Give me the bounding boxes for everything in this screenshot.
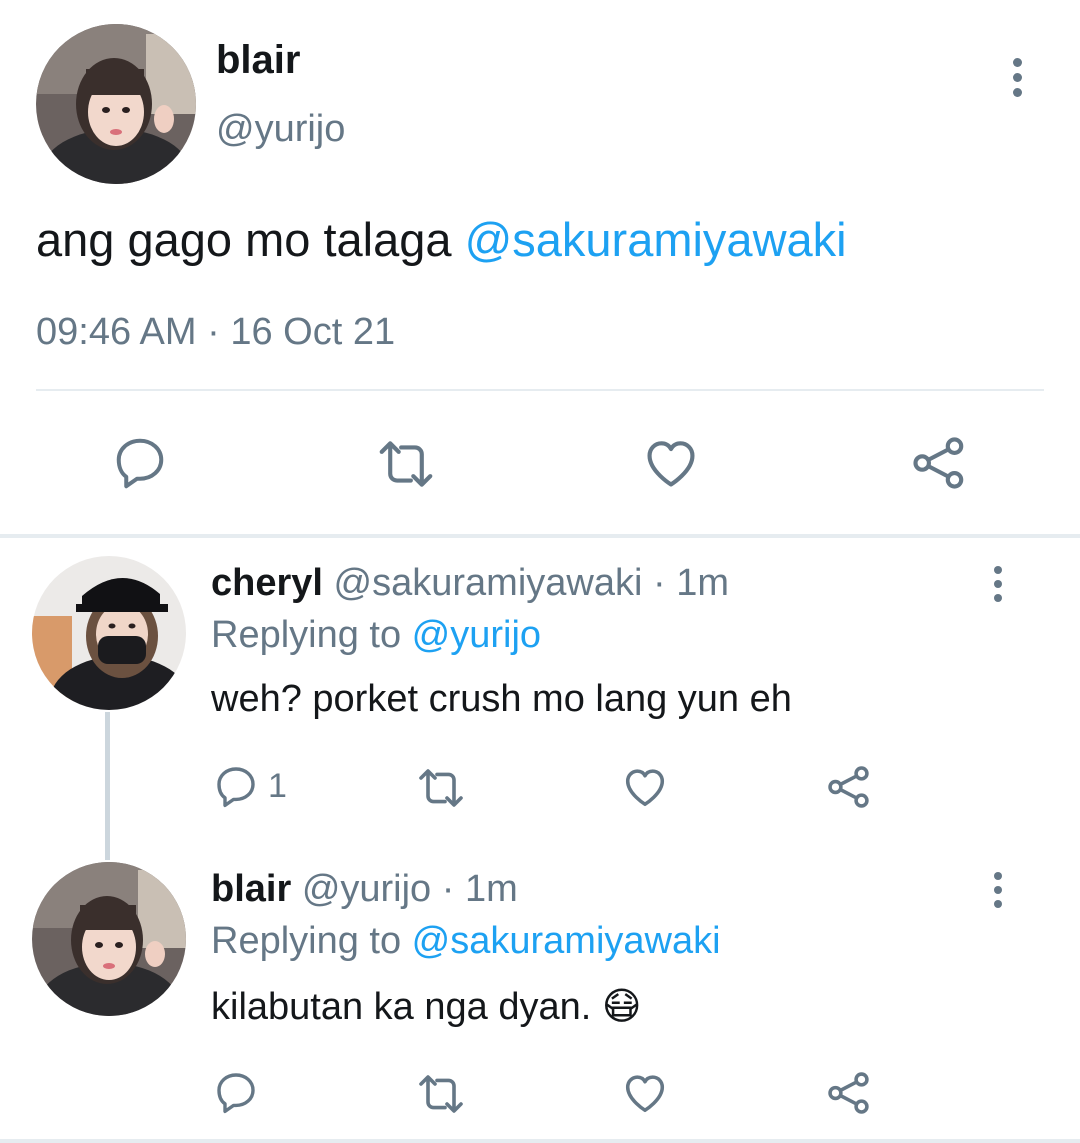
share-button[interactable] xyxy=(908,432,970,494)
mention-link[interactable]: @sakuramiyawaki xyxy=(465,213,847,266)
reply-count: 1 xyxy=(268,766,287,805)
share-icon xyxy=(828,1072,869,1114)
reply-time: 1m xyxy=(676,562,729,604)
replying-to-label: Replying to xyxy=(211,614,412,656)
replying-to-line: Replying to @yurijo xyxy=(211,614,541,657)
reply-icon xyxy=(217,767,255,808)
tweet-text-body: ang gago mo talaga xyxy=(36,213,465,266)
reply-header: blair @yurijo · 1m xyxy=(211,868,518,911)
reply-time: 1m xyxy=(464,868,518,910)
more-options-icon[interactable] xyxy=(990,872,1006,908)
reply-avatar[interactable] xyxy=(32,556,186,710)
reply-text-body: kilabutan ka nga dyan. xyxy=(211,986,602,1028)
share-icon xyxy=(913,437,964,489)
avatar[interactable] xyxy=(36,24,196,184)
reply-button[interactable] xyxy=(212,1068,260,1116)
retweet-icon xyxy=(379,441,433,487)
author-handle[interactable]: @yurijo xyxy=(216,108,345,151)
reply-header: cheryl @sakuramiyawaki · 1m xyxy=(211,562,729,605)
reply-button[interactable]: 1 xyxy=(212,762,287,810)
tweet-detail-screen: blair @yurijo ang gago mo talaga @sakura… xyxy=(0,0,1080,1143)
reply-author-handle[interactable]: @yurijo xyxy=(302,868,431,910)
avatar-image xyxy=(32,862,186,1016)
divider xyxy=(36,389,1044,391)
retweet-icon xyxy=(419,769,463,807)
heart-icon xyxy=(625,1075,665,1113)
avatar-image xyxy=(32,556,186,710)
retweet-button[interactable] xyxy=(413,764,469,812)
like-button[interactable] xyxy=(640,432,702,494)
heart-icon xyxy=(625,769,665,807)
time-separator: · xyxy=(431,868,465,910)
reply-author-name[interactable]: cheryl xyxy=(211,562,323,604)
more-options-icon[interactable] xyxy=(990,566,1006,602)
retweet-icon xyxy=(419,1075,463,1113)
reply-avatar[interactable] xyxy=(32,862,186,1016)
replying-to-mention[interactable]: @yurijo xyxy=(412,614,541,656)
heart-icon xyxy=(647,441,695,487)
author-name[interactable]: blair xyxy=(216,38,300,83)
reply-text: kilabutan ka nga dyan. 😷 xyxy=(211,984,641,1029)
share-button[interactable] xyxy=(824,762,874,812)
tweet-timestamp[interactable]: 09:46 AM · 16 Oct 21 xyxy=(36,311,395,354)
reply-button[interactable] xyxy=(110,432,170,492)
replying-to-mention[interactable]: @sakuramiyawaki xyxy=(412,920,721,962)
replying-to-label: Replying to xyxy=(211,920,412,962)
tweet-action-bar xyxy=(0,424,1080,504)
more-options-icon[interactable] xyxy=(1009,58,1025,97)
section-divider xyxy=(0,534,1080,538)
reply-author-handle[interactable]: @sakuramiyawaki xyxy=(334,562,643,604)
retweet-button[interactable] xyxy=(413,1070,469,1118)
like-button[interactable] xyxy=(620,1068,670,1118)
time-separator: · xyxy=(642,562,677,604)
reply-author-name[interactable]: blair xyxy=(211,868,291,910)
tweet-text: ang gago mo talaga @sakuramiyawaki xyxy=(36,212,847,267)
thread-connector xyxy=(105,712,110,860)
share-icon xyxy=(828,766,869,808)
reply-text: weh? porket crush mo lang yun eh xyxy=(211,678,792,720)
like-button[interactable] xyxy=(620,762,670,812)
divider xyxy=(0,1139,1080,1143)
retweet-button[interactable] xyxy=(372,434,440,494)
share-button[interactable] xyxy=(824,1068,874,1118)
mask-emoji-icon: 😷 xyxy=(601,986,642,1028)
reply-icon xyxy=(116,438,164,489)
avatar-image xyxy=(36,24,196,184)
reply-icon xyxy=(217,1073,255,1114)
replying-to-line: Replying to @sakuramiyawaki xyxy=(211,920,721,963)
